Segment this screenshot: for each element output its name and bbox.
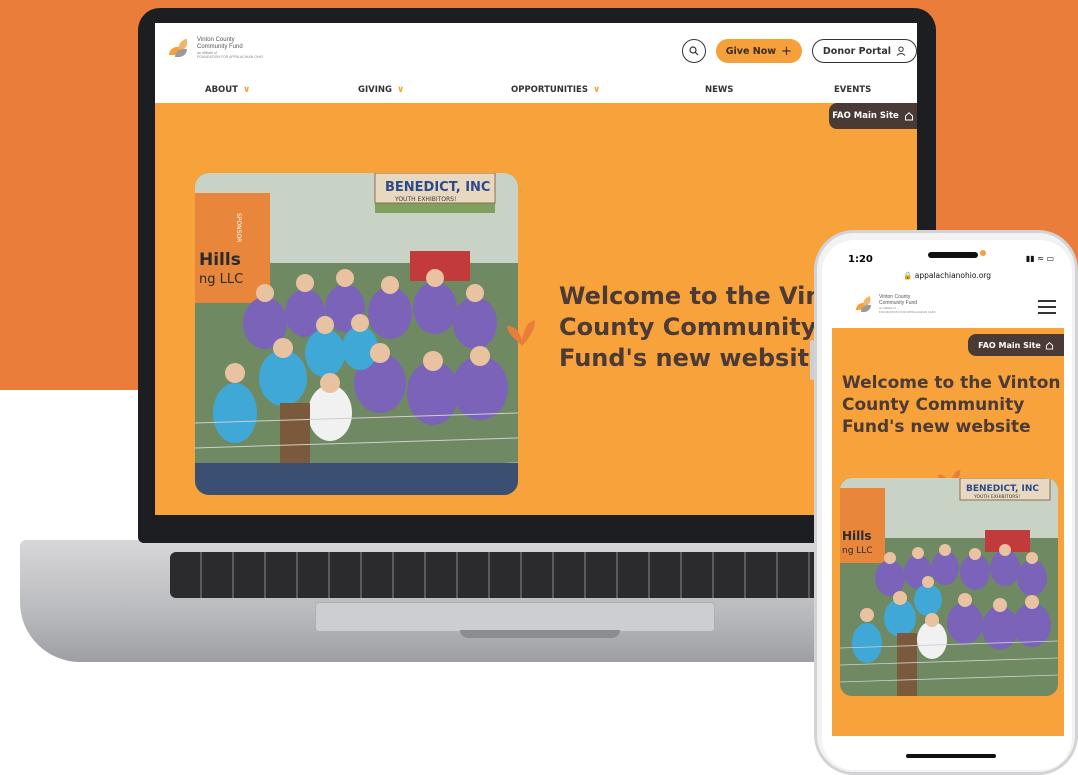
mobile-photo-sign-text: Hills: [842, 529, 872, 543]
hero-title-line1: Welcome to the Vint: [559, 282, 834, 310]
logo-line4: FOUNDATION FOR APPALACHIAN OHIO: [197, 55, 264, 59]
search-button[interactable]: [681, 39, 706, 63]
battery-icon: ▭: [1046, 254, 1054, 263]
phone-screen: 1:20 ▮▮ ≈ ▭ 🔒 appalachianohio.org Vinton…: [822, 240, 1072, 770]
photo-sponsor-text: SPONSOR: [235, 213, 242, 242]
wifi-icon: ≈: [1037, 254, 1044, 263]
nav-opportunities-label: OPPORTUNITIES: [511, 85, 588, 95]
search-icon: [689, 46, 699, 56]
header-actions: Give Now + Donor Portal: [681, 39, 917, 63]
status-dot: [980, 250, 986, 256]
dynamic-island: [928, 252, 978, 258]
home-icon: [1045, 341, 1053, 350]
mobile-group-photo-image: BENEDICT, INC YOUTH EXHIBITORS! Hills ng…: [840, 478, 1058, 696]
group-photo-image: BENEDICT, INC YOUTH EXHIBITORS! Hills ng…: [195, 173, 518, 495]
donor-portal-button[interactable]: Donor Portal: [811, 39, 917, 63]
logo-line1: Vinton County: [197, 37, 235, 43]
mobile-fao-main-site-link[interactable]: FAO Main Site: [968, 334, 1064, 356]
give-now-button[interactable]: Give Now +: [715, 39, 802, 63]
hamburger-menu-icon[interactable]: [1038, 300, 1056, 318]
nav-giving-label: GIVING: [358, 85, 392, 95]
nav-giving[interactable]: GIVING ∨: [358, 85, 404, 95]
home-icon: [904, 112, 913, 121]
mobile-logo-text: Vinton County Community Fund an affiliat…: [879, 294, 936, 314]
user-icon: [896, 46, 906, 56]
mobile-hero-title-line1: Welcome to the Vinton: [842, 373, 1061, 393]
nav-news[interactable]: NEWS: [705, 85, 733, 95]
chevron-down-icon: ∨: [396, 85, 405, 95]
mobile-hero-title-line2: County Community: [842, 395, 1025, 415]
logo-line2: Community Fund: [197, 44, 243, 50]
url-bar[interactable]: 🔒 appalachianohio.org: [822, 271, 1072, 280]
photo-sign2-text: ng LLC: [199, 272, 243, 287]
laptop-trackpad: [315, 602, 715, 632]
mobile-fao-label: FAO Main Site: [978, 340, 1041, 350]
logo-text: Vinton County Community Fund an affiliat…: [197, 37, 263, 59]
mobile-hero-title: Welcome to the Vinton County Community F…: [842, 372, 1061, 438]
logo-mark-icon: [856, 295, 874, 313]
nav-opportunities[interactable]: OPPORTUNITIES ∨: [511, 85, 600, 95]
mobile-logo[interactable]: Vinton County Community Fund an affiliat…: [856, 294, 936, 314]
site-logo[interactable]: Vinton County Community Fund an affiliat…: [169, 37, 263, 59]
lock-icon: 🔒: [902, 271, 913, 280]
nav-about-label: ABOUT: [205, 85, 238, 95]
leaf-accent-icon: [507, 320, 535, 346]
nav-events-label: EVENTS: [834, 85, 872, 95]
mobile-hero-title-line3: Fund's new website: [842, 417, 1031, 437]
fao-main-site-link[interactable]: FAO Main Site: [829, 103, 917, 129]
give-now-label: Give Now: [725, 45, 777, 57]
signal-icon: ▮▮: [1025, 254, 1035, 263]
hero-title-line2: County Community: [559, 313, 817, 341]
photo-sub-text: YOUTH EXHIBITORS!: [394, 196, 456, 203]
mobile-photo-sub-text: YOUTH EXHIBITORS!: [973, 494, 1020, 500]
hero-photo: BENEDICT, INC YOUTH EXHIBITORS! Hills ng…: [195, 173, 518, 495]
url-text: appalachianohio.org: [914, 271, 991, 280]
logo-mark-icon: [169, 37, 191, 59]
photo-banner-text: BENEDICT, INC: [385, 180, 490, 195]
chevron-down-icon: ∨: [242, 85, 251, 95]
mobile-hero: FAO Main Site Welcome to the Vinton Coun…: [832, 328, 1064, 736]
mobile-photo-sign2-text: ng LLC: [842, 546, 873, 556]
mobile-logo-line4: FOUNDATION FOR APPALACHIAN OHIO: [879, 310, 936, 314]
nav-news-label: NEWS: [705, 85, 734, 95]
nav-events[interactable]: EVENTS: [834, 85, 871, 95]
donor-portal-label: Donor Portal: [822, 45, 891, 57]
chevron-down-icon: ∨: [592, 85, 601, 95]
site-header: Vinton County Community Fund an affiliat…: [155, 23, 917, 103]
mobile-hero-photo: BENEDICT, INC YOUTH EXHIBITORS! Hills ng…: [840, 478, 1058, 696]
home-indicator[interactable]: [906, 754, 996, 758]
status-icons: ▮▮ ≈ ▭: [1026, 254, 1054, 263]
laptop-keyboard: [170, 552, 890, 598]
hero-title-line3: Fund's new website: [559, 344, 826, 372]
photo-sign-text: Hills: [199, 250, 241, 270]
fao-main-site-label: FAO Main Site: [832, 111, 899, 121]
laptop-hinge: [460, 630, 620, 638]
hero-title: Welcome to the Vint County Community Fun…: [559, 281, 834, 374]
mobile-photo-banner-text: BENEDICT, INC: [966, 484, 1039, 494]
laptop-screen: Vinton County Community Fund an affiliat…: [155, 23, 917, 515]
plus-icon: +: [781, 43, 792, 59]
status-time: 1:20: [848, 254, 873, 265]
nav-about[interactable]: ABOUT ∨: [205, 85, 250, 95]
